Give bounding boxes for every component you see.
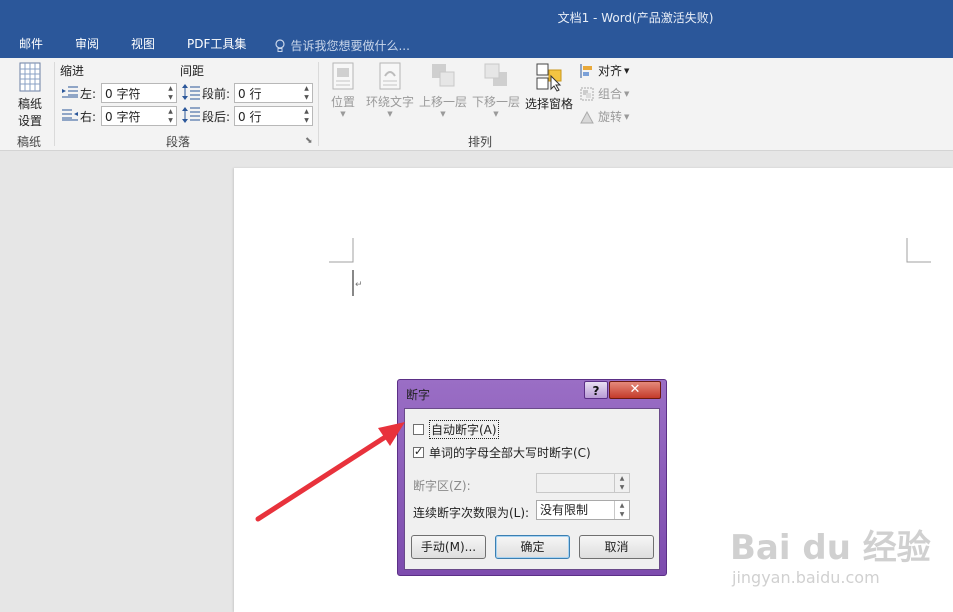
baidu-jingyan-watermark: Bai du 经验 jingyan.baidu.com: [730, 520, 950, 600]
watermark-brand: Bai du 经验: [730, 528, 931, 568]
watermark-url: jingyan.baidu.com: [732, 568, 880, 587]
